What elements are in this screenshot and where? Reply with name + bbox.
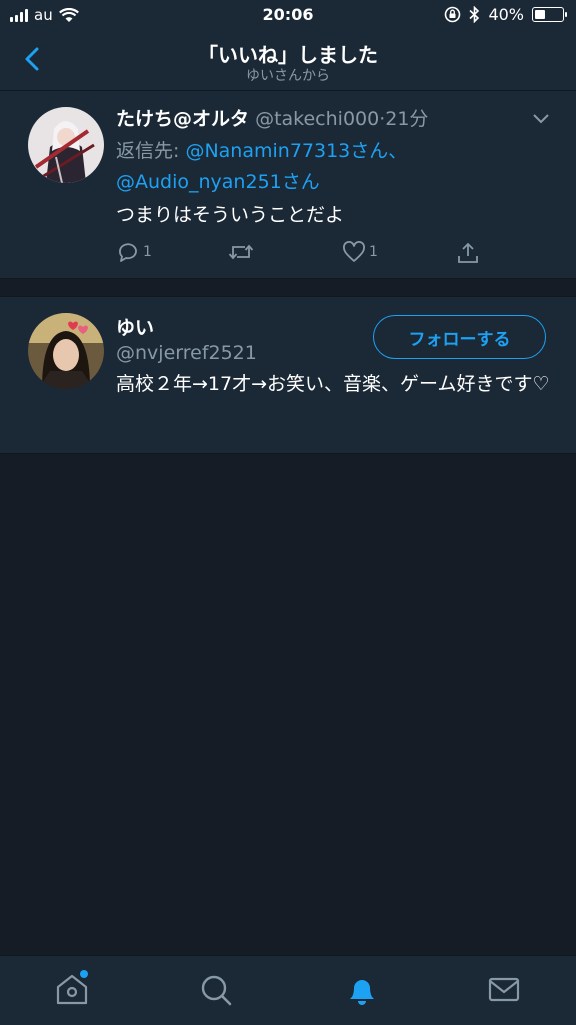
heart-icon bbox=[343, 241, 365, 262]
tweet-menu-chevron-icon[interactable] bbox=[532, 111, 550, 125]
tweet-author-handle[interactable]: @takechi000 bbox=[255, 108, 379, 130]
tab-notifications[interactable] bbox=[342, 970, 382, 1010]
page-subtitle: ゆいさんから bbox=[246, 68, 330, 84]
user-card[interactable]: ゆい @nvjerref2521 高校２年→17才→お笑い、音楽、ゲーム好きです… bbox=[0, 296, 576, 454]
tweet-actions: 1 1 bbox=[116, 241, 496, 267]
status-right: 40% bbox=[444, 5, 567, 24]
user-handle[interactable]: @nvjerref2521 bbox=[116, 342, 257, 364]
battery-percent: 40% bbox=[488, 5, 524, 24]
reply-mention-1[interactable]: @Nanamin77313さん、 bbox=[185, 140, 407, 162]
battery-fill bbox=[535, 10, 545, 19]
page-title: 「いいね」しました bbox=[198, 43, 378, 67]
nav-bar: 「いいね」しました ゆいさんから bbox=[0, 30, 576, 91]
user-avatar[interactable] bbox=[28, 313, 104, 389]
messages-icon bbox=[488, 977, 520, 1002]
status-bar: au 20:06 40% bbox=[0, 0, 576, 30]
bluetooth-icon bbox=[469, 6, 480, 23]
reply-icon bbox=[119, 243, 137, 262]
follow-button[interactable]: フォローする bbox=[373, 315, 546, 359]
user-name[interactable]: ゆい bbox=[116, 313, 154, 340]
tweet-author-name[interactable]: たけち@オルタ bbox=[116, 108, 249, 130]
user-bio: 高校２年→17才→お笑い、音楽、ゲーム好きです♡ bbox=[116, 373, 550, 395]
retweet-action[interactable] bbox=[228, 241, 254, 263]
reply-to-line: 返信先: @Nanamin77313さん、 @Audio_nyan251さん bbox=[116, 136, 407, 198]
tweet-time: 21分 bbox=[385, 108, 429, 130]
notifications-icon bbox=[350, 980, 374, 1005]
reply-count: 1 bbox=[143, 244, 152, 260]
reply-mention-2[interactable]: @Audio_nyan251さん bbox=[116, 171, 320, 193]
reply-action[interactable]: 1 bbox=[116, 241, 152, 263]
tab-search[interactable] bbox=[196, 970, 236, 1010]
tweet-text: つまりはそういうことだよ bbox=[116, 204, 345, 226]
tweet-author-avatar[interactable] bbox=[28, 107, 104, 183]
tab-bar bbox=[0, 955, 576, 1025]
liked-tweet-card[interactable]: たけち@オルタ @takechi000·21分 返信先: @Nanamin773… bbox=[0, 91, 576, 279]
like-count: 1 bbox=[369, 244, 378, 260]
share-icon bbox=[458, 242, 478, 263]
search-icon bbox=[201, 975, 232, 1006]
tab-messages[interactable] bbox=[484, 970, 524, 1010]
like-action[interactable]: 1 bbox=[342, 241, 378, 263]
reply-prefix: 返信先: bbox=[116, 140, 186, 162]
home-badge-dot bbox=[80, 970, 88, 978]
battery-icon bbox=[532, 7, 567, 22]
tab-home[interactable] bbox=[52, 970, 92, 1010]
share-action[interactable] bbox=[456, 241, 480, 265]
retweet-icon bbox=[228, 244, 254, 260]
tweet-header: たけち@オルタ @takechi000·21分 bbox=[116, 104, 428, 131]
orientation-lock-icon bbox=[445, 6, 461, 23]
